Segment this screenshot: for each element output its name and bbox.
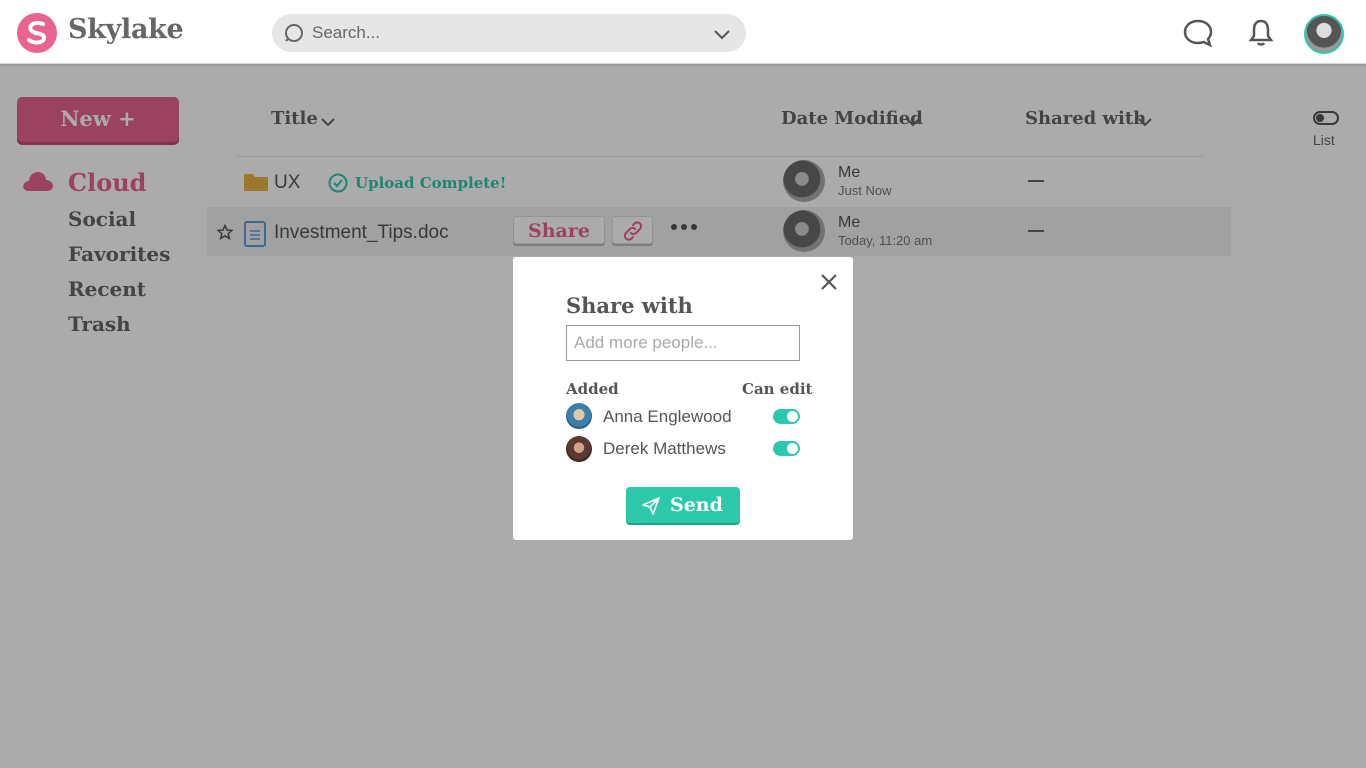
avatar <box>566 403 592 429</box>
avatar <box>566 436 592 462</box>
person-name: Anna Englewood <box>603 407 732 426</box>
close-icon[interactable] <box>819 272 839 292</box>
can-edit-header: Can edit <box>742 380 813 398</box>
top-bar: Skylake <box>0 0 1366 64</box>
dialog-title: Share with <box>566 293 693 318</box>
send-label: Send <box>670 494 723 516</box>
can-edit-toggle[interactable] <box>773 409 800 424</box>
chevron-down-icon[interactable] <box>713 25 731 43</box>
send-button[interactable]: Send <box>626 487 740 523</box>
added-header: Added <box>566 380 619 398</box>
chat-icon[interactable] <box>1182 18 1214 48</box>
bell-icon[interactable] <box>1245 18 1277 48</box>
app-name[interactable]: Skylake <box>68 14 184 45</box>
share-dialog: Share with Added Can edit Anna Englewood… <box>513 257 853 540</box>
search-bar[interactable] <box>272 14 746 52</box>
can-edit-toggle[interactable] <box>773 441 800 456</box>
user-avatar[interactable] <box>1304 14 1344 54</box>
search-icon <box>285 24 303 42</box>
paper-plane-icon <box>642 497 660 515</box>
person-name: Derek Matthews <box>603 439 726 458</box>
logo-icon[interactable] <box>17 13 57 53</box>
topbar-shadow <box>0 63 1366 67</box>
search-input[interactable] <box>312 14 702 52</box>
add-people-input[interactable] <box>566 325 800 361</box>
